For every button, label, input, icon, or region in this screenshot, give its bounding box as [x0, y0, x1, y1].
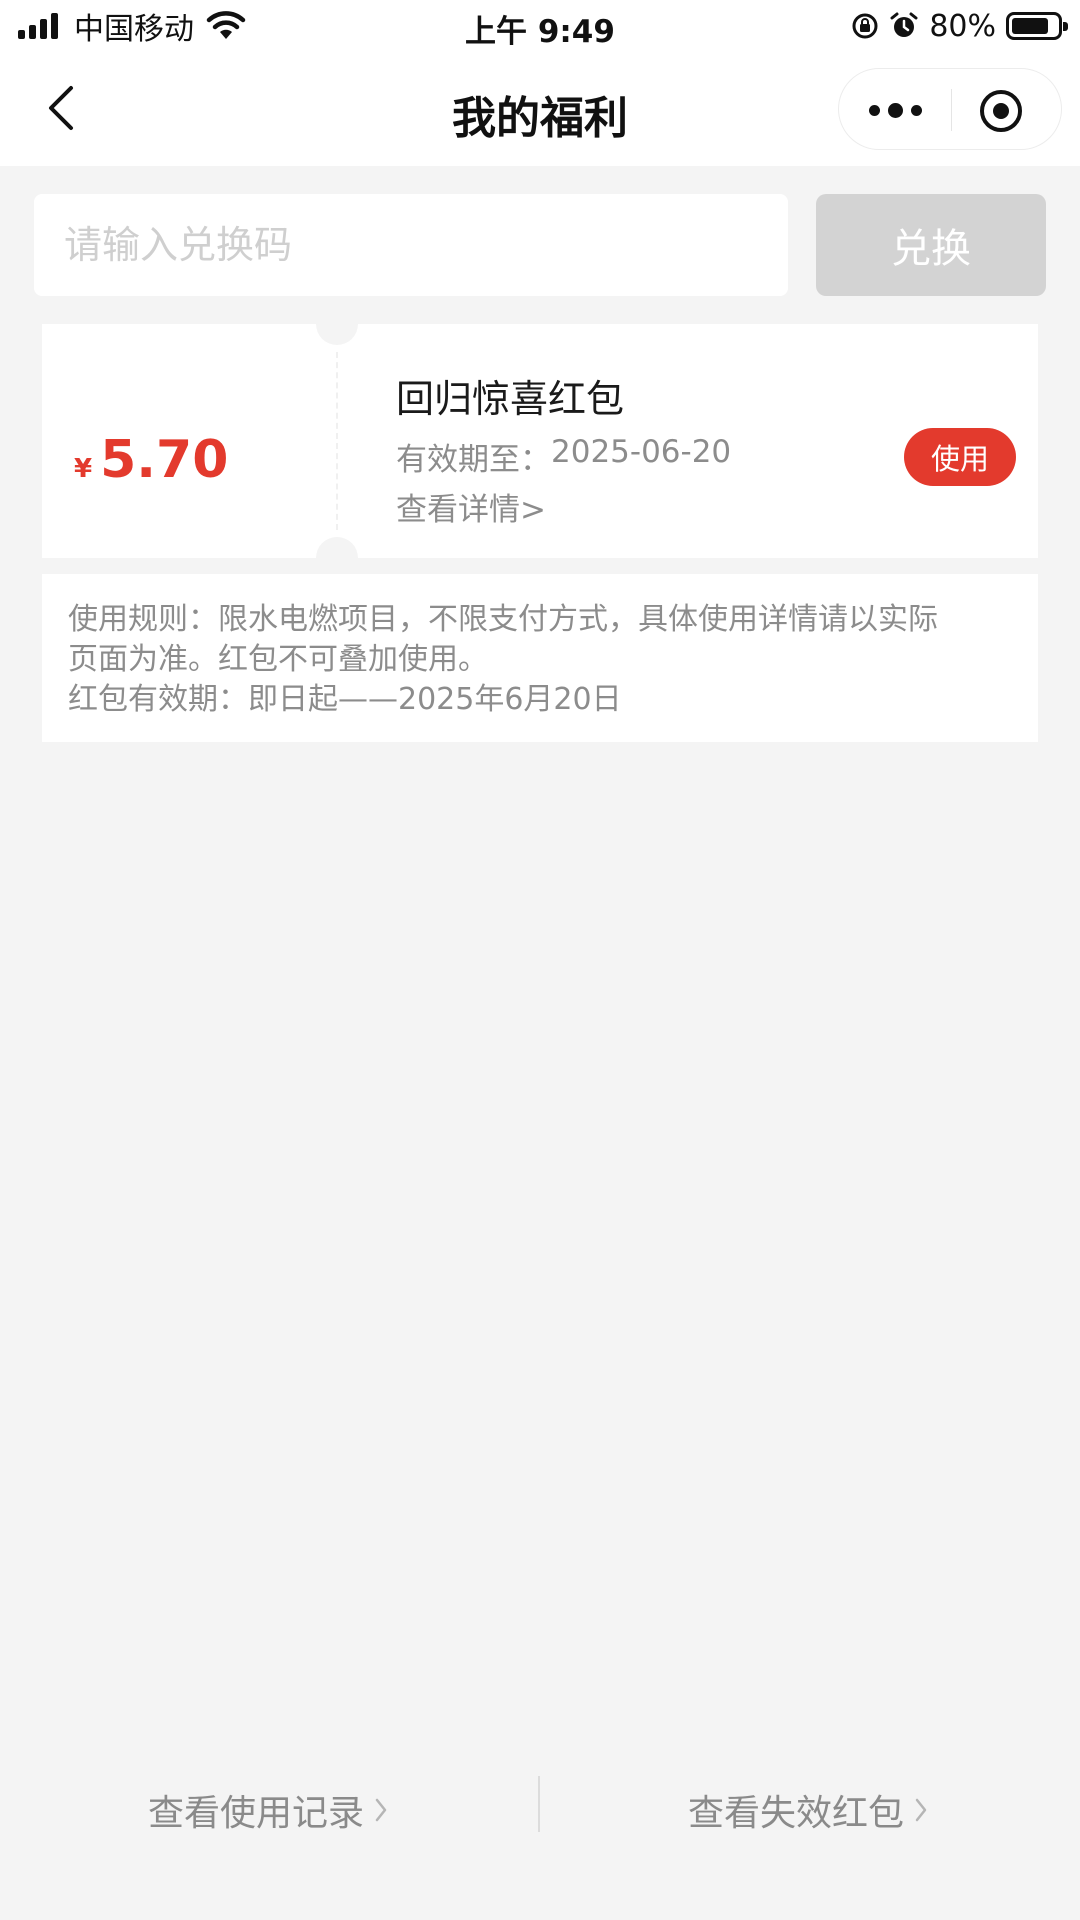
usage-record-label: 查看使用记录	[148, 1793, 365, 1834]
coupon-notch-bottom	[316, 537, 358, 579]
status-right: 80%	[851, 8, 1068, 44]
chevron-right-icon	[915, 1798, 927, 1822]
view-details-link[interactable]: 查看详情>	[396, 484, 546, 529]
coupon-title: 回归惊喜红包	[396, 377, 625, 421]
redeem-button[interactable]: 兑换	[816, 194, 1046, 296]
coupon-divider	[336, 352, 338, 530]
redeem-code-input[interactable]	[34, 194, 788, 296]
coupon-card: ¥ 5.70 回归惊喜红包 有效期至： 2025-06-20 查看详情> 使用	[42, 303, 1038, 579]
more-dots-icon[interactable]	[859, 90, 931, 130]
use-button[interactable]: 使用	[904, 428, 1016, 486]
rules-card: 使用规则：限水电燃项目，不限支付方式，具体使用详情请以实际 页面为准。红包不可叠…	[42, 574, 1038, 742]
target-close-icon[interactable]	[979, 89, 1023, 133]
rules-line-3: 红包有效期：即日起——2025年6月20日	[68, 682, 622, 717]
chevron-right-icon	[375, 1798, 387, 1822]
amount-value: 5.70	[100, 430, 229, 490]
battery-percent: 80%	[929, 8, 996, 44]
menu-capsule	[838, 68, 1062, 150]
battery-icon	[1006, 12, 1068, 40]
expired-packets-label: 查看失效红包	[688, 1793, 905, 1834]
bottom-links: 查看使用记录 查看失效红包	[0, 1776, 1080, 1838]
bottom-divider	[538, 1776, 540, 1832]
coupon-amount: ¥ 5.70	[74, 430, 228, 490]
nav-bar: 我的福利	[0, 52, 1080, 166]
coupon-expiry: 有效期至： 2025-06-20	[396, 434, 731, 479]
currency-symbol: ¥	[74, 454, 93, 484]
orientation-lock-icon	[852, 13, 878, 39]
expired-packets-link[interactable]: 查看失效红包	[688, 1784, 928, 1836]
coupon-notch-top	[316, 303, 358, 345]
status-bar: 中国移动 上午 9:49 80%	[0, 0, 1080, 52]
expiry-label: 有效期至：	[396, 442, 551, 478]
alarm-icon	[890, 12, 918, 37]
rules-line-2: 页面为准。红包不可叠加使用。	[68, 642, 488, 677]
capsule-divider	[951, 89, 952, 131]
rules-line-1: 使用规则：限水电燃项目，不限支付方式，具体使用详情请以实际	[68, 602, 938, 637]
expiry-date: 2025-06-20	[551, 434, 732, 470]
usage-record-link[interactable]: 查看使用记录	[148, 1784, 388, 1836]
